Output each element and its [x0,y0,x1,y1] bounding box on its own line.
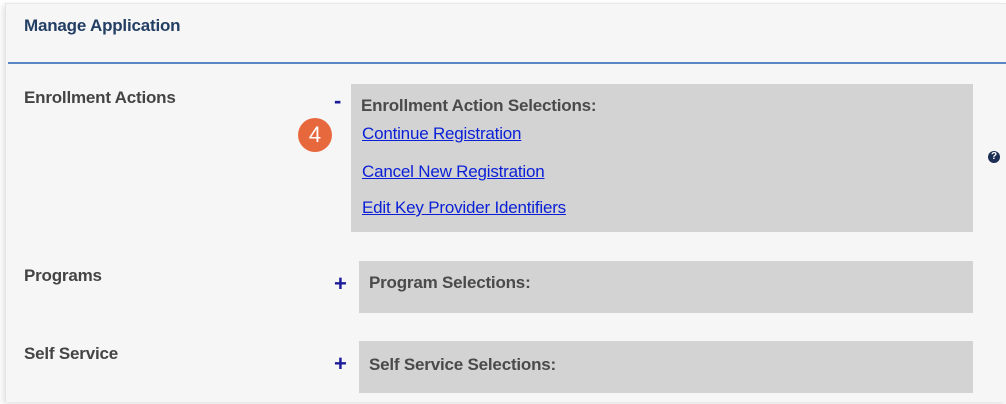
page-title: Manage Application [24,16,181,35]
header-divider [8,62,1006,64]
program-selections-panel: Program Selections: [359,261,973,313]
enrollment-panel-title: Enrollment Action Selections: [361,96,597,115]
step-number-badge: 4 [298,118,332,152]
program-panel-title: Program Selections: [369,273,531,292]
self-service-label: Self Service [24,344,118,363]
continue-registration-link[interactable]: Continue Registration [362,124,521,144]
edit-key-provider-identifiers-link[interactable]: Edit Key Provider Identifiers [362,198,566,218]
enrollment-action-selections-panel: Enrollment Action Selections: Continue R… [351,84,973,232]
enrollment-actions-label: Enrollment Actions [24,88,176,107]
cancel-new-registration-link[interactable]: Cancel New Registration [362,162,545,182]
programs-label: Programs [24,266,102,285]
help-icon[interactable]: ? [988,151,1000,163]
enrollment-collapse-toggle[interactable]: - [334,90,341,112]
self-service-panel-title: Self Service Selections: [369,355,557,374]
programs-expand-toggle[interactable]: + [334,273,347,295]
self-service-expand-toggle[interactable]: + [334,353,347,375]
self-service-selections-panel: Self Service Selections: [359,341,973,393]
